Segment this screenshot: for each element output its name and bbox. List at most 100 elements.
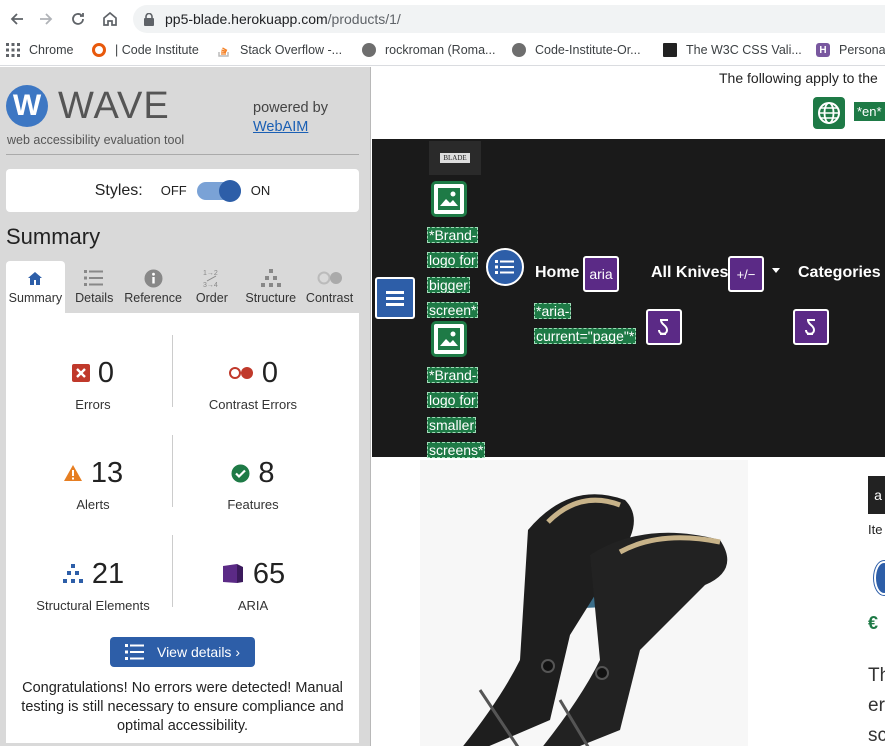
bookmark-item[interactable]: Code-Institute-Or... bbox=[512, 43, 641, 57]
bookmark-label: Chrome bbox=[29, 43, 74, 57]
styles-on-label: ON bbox=[250, 183, 271, 198]
browser-toolbar: pp5-blade.herokuapp.com/products/1/ bbox=[0, 0, 885, 38]
aria-tabindex-icon[interactable] bbox=[646, 309, 682, 345]
bookmark-item[interactable]: rockroman (Roma... bbox=[362, 43, 495, 57]
bookmark-item[interactable]: | Code Institute bbox=[92, 43, 199, 57]
contrast-errors-label: Contrast Errors bbox=[208, 397, 298, 412]
summary-panel: 0 Errors 0 Contrast Errors 13 Alerts 8 F… bbox=[6, 313, 359, 743]
contrast-errors-stat[interactable]: 0 Contrast Errors bbox=[173, 355, 333, 413]
aria-current-label: *aria- current="page"* bbox=[534, 299, 637, 349]
tab-reference[interactable]: Reference bbox=[124, 261, 183, 313]
back-icon[interactable] bbox=[6, 8, 28, 30]
info-icon bbox=[124, 265, 183, 291]
nav-categories-link[interactable]: Categories bbox=[798, 264, 881, 282]
tab-contrast[interactable]: Contrast bbox=[300, 261, 359, 313]
label-line: current="page"* bbox=[534, 328, 637, 344]
bookmark-item[interactable]: The W3C CSS Vali... bbox=[663, 43, 802, 57]
label-line: *aria- bbox=[534, 303, 572, 319]
aria-expanded-badge[interactable]: +/− bbox=[728, 256, 764, 292]
nav-all-knives-link[interactable]: All Knives bbox=[651, 264, 728, 282]
bookmark-label: Persona bbox=[839, 43, 885, 57]
item-label: Ite bbox=[868, 522, 883, 537]
forward-icon[interactable] bbox=[35, 8, 57, 30]
image-alt-icon[interactable] bbox=[431, 321, 467, 357]
structural-label: Structural Elements bbox=[36, 598, 150, 613]
structural-stat[interactable]: 21 Structural Elements bbox=[13, 556, 173, 614]
heroku-icon: H bbox=[816, 43, 830, 57]
brand-logo-big-label: *Brand- logo for bigger screen* bbox=[427, 223, 483, 323]
text-line: sc bbox=[868, 725, 885, 746]
stackoverflow-icon bbox=[217, 43, 231, 57]
lang-tag: *en* bbox=[854, 102, 885, 121]
wave-wordmark: WAVE bbox=[58, 85, 170, 127]
summary-heading: Summary bbox=[6, 224, 101, 249]
image-alt-icon[interactable] bbox=[431, 181, 467, 217]
aria-label-badge[interactable]: aria bbox=[583, 256, 619, 292]
text-line: er bbox=[868, 695, 885, 716]
grid-icon bbox=[6, 43, 20, 57]
url-host: pp5-blade.herokuapp.com bbox=[165, 11, 328, 27]
header-region-icon[interactable] bbox=[375, 277, 415, 319]
view-details-label: View details › bbox=[156, 644, 240, 660]
tab-summary[interactable]: Summary bbox=[6, 261, 65, 313]
powered-by-text: powered by bbox=[253, 100, 328, 116]
url-path: /products/1/ bbox=[327, 11, 401, 27]
language-globe-icon[interactable] bbox=[813, 97, 845, 129]
nav-home-link[interactable]: Home bbox=[535, 264, 579, 282]
bookmark-label: rockroman (Roma... bbox=[385, 43, 496, 57]
alerts-label: Alerts bbox=[76, 497, 110, 512]
site-header: BLADE *Brand- logo for bigger screen* *B… bbox=[372, 139, 885, 458]
label-line: bigger bbox=[427, 277, 470, 293]
structural-count: 21 bbox=[91, 557, 125, 590]
alert-icon bbox=[63, 465, 82, 481]
feature-icon bbox=[231, 464, 250, 482]
tab-details[interactable]: Details bbox=[65, 261, 124, 313]
structure-icon bbox=[62, 564, 83, 583]
divider bbox=[6, 154, 359, 155]
product-image bbox=[420, 460, 748, 746]
brand-logo-text: BLADE bbox=[440, 153, 470, 163]
home-icon bbox=[6, 265, 65, 291]
label-line: screens* bbox=[427, 442, 486, 458]
view-details-button[interactable]: View details › bbox=[110, 637, 255, 667]
apply-text: The following apply to the bbox=[719, 70, 878, 86]
navigation-icon[interactable] bbox=[486, 248, 524, 286]
contrast-error-icon bbox=[228, 367, 253, 379]
structure-icon bbox=[241, 265, 300, 291]
styles-toggle[interactable] bbox=[196, 179, 241, 202]
evaluated-page: The following apply to the *en* BLADE *B… bbox=[372, 67, 885, 746]
styles-toggle-box: Styles: OFF ON bbox=[6, 169, 359, 212]
list-icon bbox=[124, 644, 144, 660]
bookmark-item[interactable]: Chrome bbox=[6, 43, 73, 57]
bookmark-label: Stack Overflow -... bbox=[240, 43, 343, 57]
bookmark-item[interactable]: Stack Overflow -... bbox=[217, 43, 342, 57]
chevron-down-icon[interactable] bbox=[772, 268, 780, 273]
tab-label: Summary bbox=[8, 291, 63, 305]
heading-icon[interactable] bbox=[874, 561, 885, 595]
home-icon[interactable] bbox=[99, 8, 121, 30]
code-institute-icon bbox=[92, 43, 106, 57]
tab-structure[interactable]: Structure bbox=[241, 261, 300, 313]
tab-order[interactable]: 1→2 3→4 Order bbox=[182, 261, 241, 313]
alerts-count: 13 bbox=[90, 456, 124, 489]
address-bar[interactable]: pp5-blade.herokuapp.com/products/1/ bbox=[133, 5, 885, 33]
reload-icon[interactable] bbox=[67, 8, 89, 30]
tab-label: Order bbox=[195, 291, 228, 305]
errors-stat[interactable]: 0 Errors bbox=[13, 355, 173, 412]
webaim-link[interactable]: WebAIM bbox=[253, 119, 308, 135]
brand-logo[interactable]: BLADE bbox=[429, 141, 481, 175]
label-line: *Brand- bbox=[427, 367, 479, 383]
dark-button[interactable]: a bbox=[868, 476, 885, 514]
alerts-stat[interactable]: 13 Alerts bbox=[13, 455, 173, 512]
github-icon bbox=[512, 43, 526, 57]
github-icon bbox=[362, 43, 376, 57]
label-line: smaller bbox=[427, 417, 477, 433]
aria-tabindex-icon[interactable] bbox=[793, 309, 829, 345]
wave-tagline: web accessibility evaluation tool bbox=[7, 133, 185, 147]
bookmark-label: Code-Institute-Or... bbox=[535, 43, 641, 57]
lock-icon bbox=[143, 12, 155, 26]
features-stat[interactable]: 8 Features bbox=[173, 455, 333, 513]
svg-text:3→4: 3→4 bbox=[203, 282, 218, 289]
aria-stat[interactable]: 65 ARIA bbox=[173, 556, 333, 613]
bookmark-item[interactable]: H Persona bbox=[816, 43, 885, 57]
